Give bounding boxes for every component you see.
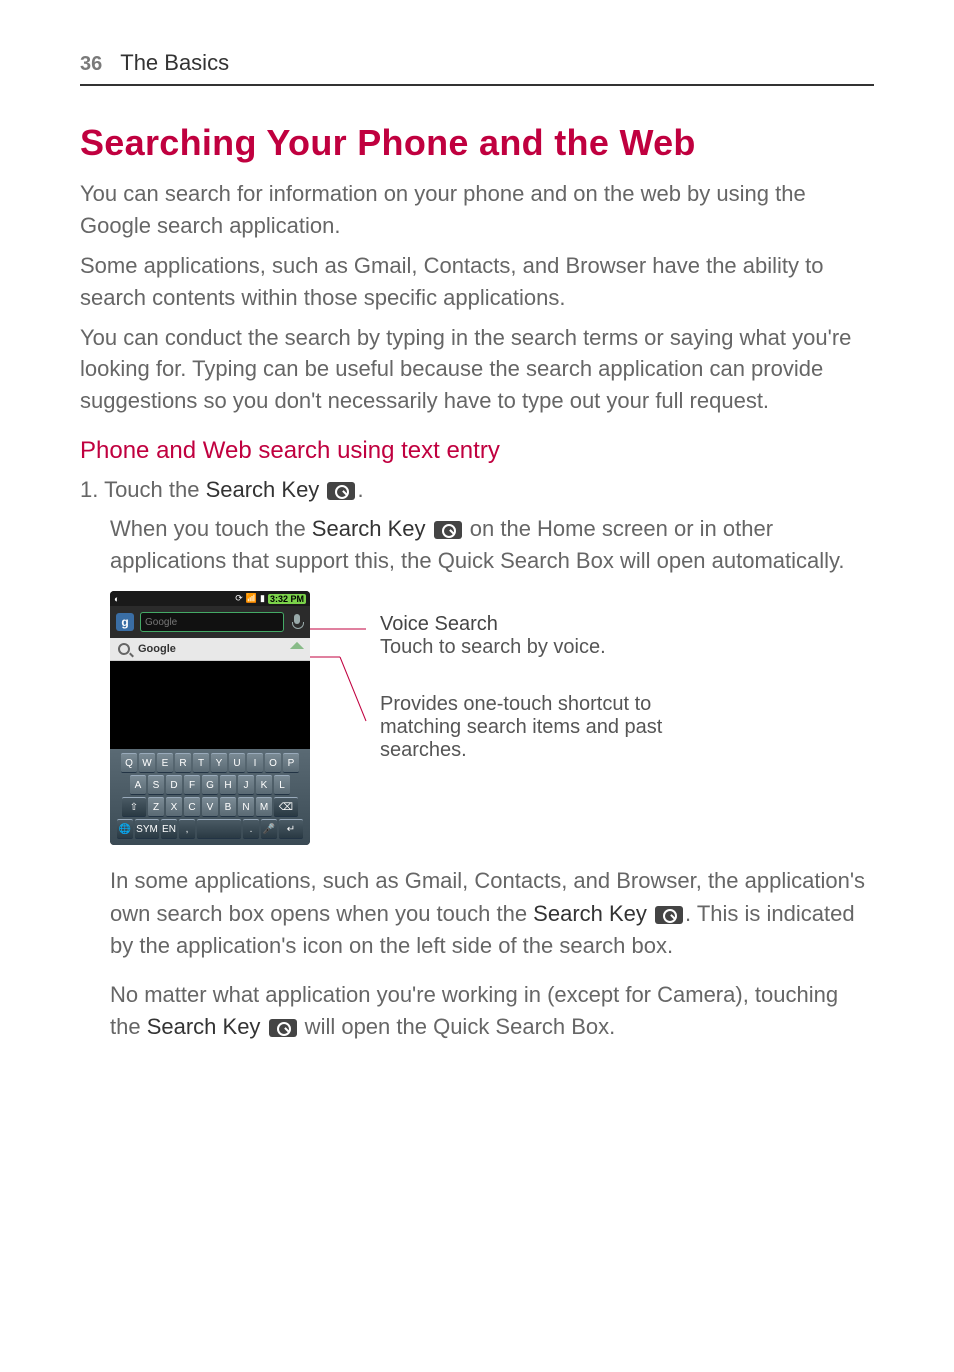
after-p2c: will open the Quick Search Box. (299, 1014, 616, 1039)
key-↵[interactable]: ↵ (279, 819, 303, 839)
status-bar: ◐ ⟳ 📶 ▮ 3:32 PM (110, 591, 310, 606)
key-🌐[interactable]: 🌐 (117, 819, 133, 839)
key-sym[interactable]: SYM (135, 819, 159, 839)
status-time: 3:32 PM (268, 594, 306, 604)
key-i[interactable]: I (247, 753, 263, 773)
key-j[interactable]: J (238, 775, 254, 795)
key-t[interactable]: T (193, 753, 209, 773)
search-key-icon (655, 906, 683, 924)
step-1-bold: Search Key (206, 477, 320, 502)
sync-icon: ⟳ (235, 593, 243, 604)
search-bar: g Google (110, 606, 310, 638)
key-p[interactable]: P (283, 753, 299, 773)
key-v[interactable]: V (202, 797, 218, 817)
key-s[interactable]: S (148, 775, 164, 795)
search-key-icon (269, 1019, 297, 1037)
callout-lines (310, 591, 370, 851)
status-dot-icon: ◐ (114, 594, 119, 604)
intro-paragraph-1: You can search for information on your p… (80, 178, 874, 242)
key-k[interactable]: K (256, 775, 272, 795)
keyboard: QWERTYUIOP ASDFGHJKL ⇧ZXCVBNM⌫ 🌐SYMEN,.🎤… (110, 749, 310, 845)
step-1: 1. Touch the Search Key . (80, 477, 874, 503)
keyboard-row-2: ASDFGHJKL (114, 775, 306, 795)
key-⇧[interactable]: ⇧ (122, 797, 146, 817)
key-q[interactable]: Q (121, 753, 137, 773)
key-h[interactable]: H (220, 775, 236, 795)
key-z[interactable]: Z (148, 797, 164, 817)
search-input[interactable]: Google (140, 612, 284, 632)
search-key-icon (434, 521, 462, 539)
key-w[interactable]: W (139, 753, 155, 773)
suggestion-text: Google (138, 643, 176, 655)
phone-blank-area (110, 661, 310, 749)
magnifier-icon (118, 643, 130, 655)
subheading: Phone and Web search using text entry (80, 437, 874, 465)
page-header: 36 The Basics (80, 50, 874, 86)
step-1-end: . (357, 477, 363, 502)
key-y[interactable]: Y (211, 753, 227, 773)
key-,[interactable]: , (179, 819, 195, 839)
page-number: 36 (80, 53, 102, 76)
key-r[interactable]: R (175, 753, 191, 773)
after-p1b: Search Key (533, 901, 647, 926)
after-paragraph-2: No matter what application you're workin… (110, 979, 874, 1044)
mic-icon[interactable] (290, 614, 304, 630)
key-g[interactable]: G (202, 775, 218, 795)
key-u[interactable]: U (229, 753, 245, 773)
keyboard-row-1: QWERTYUIOP (114, 753, 306, 773)
section-title: The Basics (120, 50, 229, 76)
after-paragraph-1: In some applications, such as Gmail, Con… (110, 865, 874, 963)
step-1-space (319, 477, 325, 502)
key-.[interactable]: . (243, 819, 259, 839)
key-⌫[interactable]: ⌫ (274, 797, 298, 817)
key-b[interactable]: B (220, 797, 236, 817)
page-title: Searching Your Phone and the Web (80, 122, 874, 164)
keyboard-row-4: 🌐SYMEN,.🎤↵ (114, 819, 306, 839)
anno-voice-sub: Touch to search by voice. (380, 636, 678, 659)
key-x[interactable]: X (166, 797, 182, 817)
key-d[interactable]: D (166, 775, 182, 795)
keyboard-row-3: ⇧ZXCVBNM⌫ (114, 797, 306, 817)
key-🎤[interactable]: 🎤 (261, 819, 277, 839)
battery-icon: ▮ (260, 593, 265, 604)
key-space[interactable] (197, 819, 241, 839)
key-e[interactable]: E (157, 753, 173, 773)
pencil-icon[interactable] (290, 642, 304, 656)
search-key-icon (327, 482, 355, 500)
phone-mock: ◐ ⟳ 📶 ▮ 3:32 PM g Google Google Q (110, 591, 310, 845)
google-badge-icon: g (116, 613, 134, 631)
key-n[interactable]: N (238, 797, 254, 817)
step-1-detail: When you touch the Search Key on the Hom… (110, 513, 874, 577)
signal-icon: 📶 (246, 593, 257, 604)
annotations: Voice Search Touch to search by voice. P… (368, 591, 678, 845)
key-l[interactable]: L (274, 775, 290, 795)
key-c[interactable]: C (184, 797, 200, 817)
intro-paragraph-3: You can conduct the search by typing in … (80, 322, 874, 418)
after-p2b: Search Key (147, 1014, 261, 1039)
anno-voice-title: Voice Search (380, 613, 678, 636)
detail-t1: When you touch the (110, 516, 312, 541)
figure-row: ◐ ⟳ 📶 ▮ 3:32 PM g Google Google Q (110, 591, 874, 845)
key-en[interactable]: EN (161, 819, 177, 839)
key-f[interactable]: F (184, 775, 200, 795)
detail-b1: Search Key (312, 516, 426, 541)
step-1-prefix: 1. Touch the (80, 477, 206, 502)
intro-paragraph-2: Some applications, such as Gmail, Contac… (80, 250, 874, 314)
key-o[interactable]: O (265, 753, 281, 773)
key-a[interactable]: A (130, 775, 146, 795)
key-m[interactable]: M (256, 797, 272, 817)
anno-shortcut: Provides one-touch shortcut to matching … (380, 693, 678, 762)
suggestion-row[interactable]: Google (110, 638, 310, 661)
